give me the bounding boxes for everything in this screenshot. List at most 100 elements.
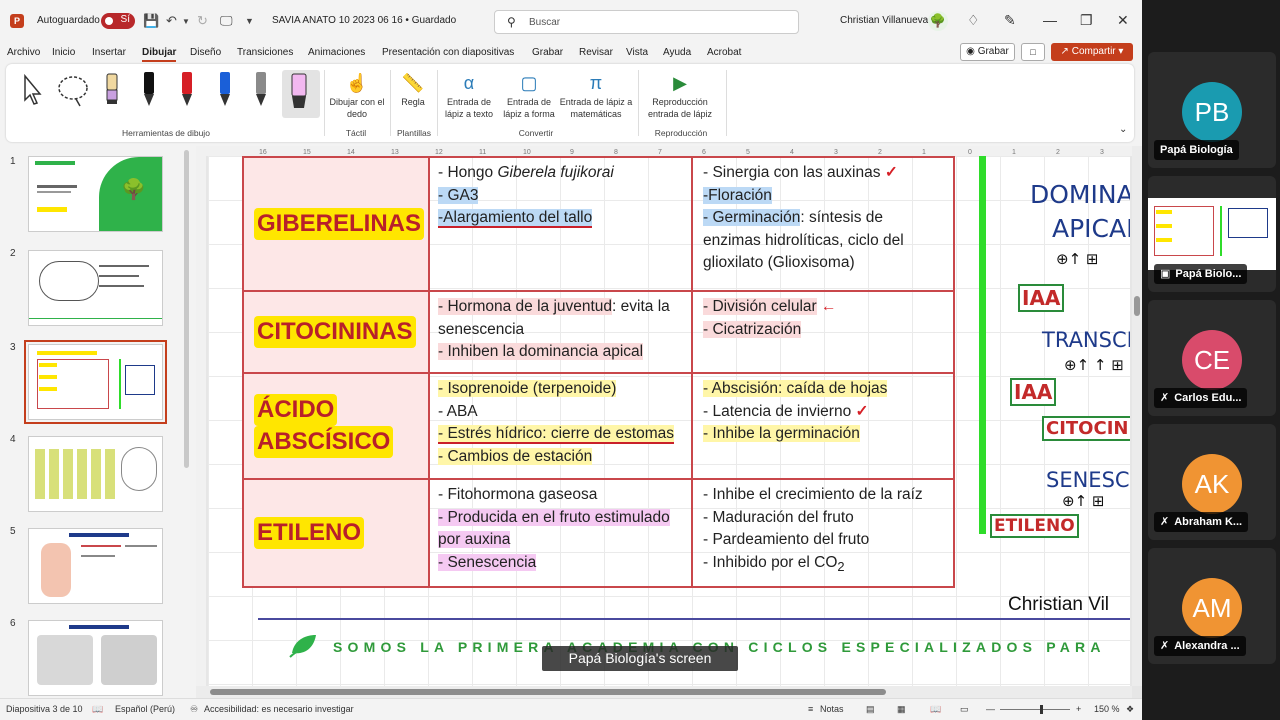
highlighter-purple[interactable]: [101, 70, 123, 108]
restore-icon[interactable]: ❐: [1080, 12, 1093, 29]
note-senescen: SENESCEN: [1046, 468, 1130, 492]
menu-transiciones[interactable]: Transiciones: [237, 47, 293, 58]
pen-blue[interactable]: [214, 70, 236, 108]
menu-ayuda[interactable]: Ayuda: [663, 47, 691, 58]
thumbnail-slide-2[interactable]: [28, 250, 163, 326]
menu-animaciones[interactable]: Animaciones: [308, 47, 365, 58]
pen-black[interactable]: [138, 70, 160, 108]
accessibility-status[interactable]: Accesibilidad: es necesario investigar: [204, 704, 354, 714]
ink-to-shape-button[interactable]: ▢ Entrada de lápiz a forma: [500, 70, 558, 120]
zoom-out-icon[interactable]: —: [986, 704, 995, 714]
participant-tile-screen[interactable]: ▣ Papá Biolo...: [1148, 176, 1276, 292]
zoom-level[interactable]: 150 %: [1094, 704, 1120, 714]
slide[interactable]: GIBERELINAS - Hongo Giberela fujikorai -…: [208, 156, 1130, 686]
ink-to-math-button[interactable]: π Entrada de lápiz a matemáticas: [558, 70, 634, 120]
hormone-name: GIBERELINAS: [254, 208, 425, 240]
menu-revisar[interactable]: Revisar: [579, 47, 613, 58]
thumb-number: 1: [10, 156, 16, 167]
reading-view-icon[interactable]: 📖: [930, 704, 941, 715]
user-avatar[interactable]: 🌳: [928, 11, 948, 31]
spellcheck-icon[interactable]: 📖: [92, 704, 103, 715]
pen-gray[interactable]: [250, 70, 272, 108]
pen-icon[interactable]: ✎: [1004, 12, 1016, 29]
note-dominancia: DOMINANCI: [1030, 180, 1130, 209]
menu-presentacion[interactable]: Presentación con diapositivas: [382, 47, 514, 58]
pen-red[interactable]: [176, 70, 198, 108]
lasso-icon: [58, 76, 88, 107]
menu-vista[interactable]: Vista: [626, 47, 648, 58]
ruler-button[interactable]: 📏 Regla: [394, 70, 432, 108]
highlighter-pink[interactable]: [282, 70, 320, 118]
search-box[interactable]: ⚲ Buscar: [494, 10, 799, 34]
notes-button[interactable]: Notas: [820, 704, 844, 714]
select-tool[interactable]: [20, 70, 42, 108]
scroll-thumb[interactable]: [1134, 296, 1140, 316]
participant-name-text: Papá Biolo...: [1175, 268, 1242, 280]
hormone-function-cell: - Inhibe el crecimiento de la raíz - Mad…: [691, 478, 955, 588]
menu-insertar[interactable]: Insertar: [92, 47, 126, 58]
draw-with-finger-button[interactable]: ☝ Dibujar con el dedo: [328, 70, 386, 120]
share-button[interactable]: ↗ Compartir ▾: [1051, 43, 1133, 61]
undo-dropdown-icon[interactable]: ▼: [182, 17, 190, 26]
arrows-icon: ⊕↑ ↑ ⊞: [1064, 356, 1124, 374]
save-icon[interactable]: 💾: [143, 13, 159, 29]
menu-grabar[interactable]: Grabar: [532, 47, 563, 58]
diamond-icon[interactable]: ♢: [967, 12, 980, 29]
autosave-state: Sí: [120, 14, 130, 25]
autosave-toggle[interactable]: Sí: [101, 13, 135, 29]
vertical-scrollbar[interactable]: [1132, 146, 1142, 686]
menu-dibujar[interactable]: Dibujar: [142, 47, 177, 62]
thumbnail-slide-4[interactable]: [28, 436, 163, 512]
normal-view-icon[interactable]: ▤: [866, 704, 875, 715]
thumbnail-slide-5[interactable]: [28, 528, 163, 604]
svg-text:5: 5: [746, 149, 750, 156]
comment-icon: □: [1030, 47, 1036, 57]
participant-tile[interactable]: AM ✗ Alexandra ...: [1148, 548, 1276, 664]
lasso-tool[interactable]: [56, 70, 90, 108]
user-name[interactable]: Christian Villanueva: [840, 15, 928, 26]
thumb-number: 4: [10, 434, 16, 445]
minimize-icon[interactable]: —: [1043, 12, 1057, 28]
redo-icon[interactable]: ↻: [197, 13, 208, 29]
ink-to-text-button[interactable]: α Entrada de lápiz a texto: [438, 70, 500, 120]
language[interactable]: Español (Perú): [115, 704, 175, 714]
thumbnail-slide-6[interactable]: [28, 620, 163, 696]
ink-to-text-icon: α: [463, 73, 475, 93]
hormone-name: ETILENO: [254, 517, 365, 549]
cell-text: - Hongo: [438, 164, 498, 181]
close-icon[interactable]: ✕: [1117, 12, 1129, 29]
vertical-ruler: [196, 156, 206, 686]
svg-text:8: 8: [614, 149, 618, 156]
document-title[interactable]: SAVIA ANATO 10 2023 06 16 • Guardado: [272, 15, 456, 26]
ribbon-collapse-icon[interactable]: ⌄: [1119, 124, 1127, 135]
scroll-thumb[interactable]: [210, 689, 886, 695]
sorter-view-icon[interactable]: ▦: [897, 704, 906, 715]
thumbnail-slide-1[interactable]: 🌳: [28, 156, 163, 232]
menu-diseno[interactable]: Diseño: [190, 47, 221, 58]
ink-replay-button[interactable]: ▶ Reproducción entrada de lápiz: [640, 70, 720, 120]
zoom-slider[interactable]: [1000, 709, 1070, 710]
cell-text: - Inhibe la germinación: [703, 425, 860, 442]
ink-replay-icon: ▶: [673, 73, 687, 93]
participant-tile[interactable]: CE ✗ Carlos Edu...: [1148, 300, 1276, 416]
menu-archivo[interactable]: Archivo: [7, 47, 40, 58]
horizontal-scrollbar[interactable]: [196, 686, 1132, 698]
participant-tile[interactable]: AK ✗ Abraham K...: [1148, 424, 1276, 540]
fit-slide-icon[interactable]: ❖: [1126, 704, 1134, 715]
thumbnails-scrollbar[interactable]: [184, 150, 189, 468]
menu-acrobat[interactable]: Acrobat: [707, 47, 741, 58]
undo-icon[interactable]: ↶: [166, 13, 177, 29]
cell-text: - Senescencia: [438, 553, 537, 571]
comments-button[interactable]: □: [1021, 43, 1045, 61]
record-button[interactable]: ◉ Grabar: [960, 43, 1015, 61]
customize-toolbar-icon[interactable]: ▼: [245, 16, 254, 26]
slideshow-icon[interactable]: ▭: [960, 704, 969, 715]
zoom-slider-thumb[interactable]: [1040, 705, 1043, 714]
red-pen-icon: [182, 72, 192, 106]
thumbnail-slide-3[interactable]: [24, 340, 167, 424]
participant-tile[interactable]: PB Papá Biología: [1148, 52, 1276, 168]
menu-inicio[interactable]: Inicio: [52, 47, 75, 58]
zoom-in-icon[interactable]: +: [1076, 704, 1081, 714]
group-drawing-tools: Herramientas de dibujo: [122, 128, 210, 138]
present-icon[interactable]: 🖵: [220, 13, 233, 29]
